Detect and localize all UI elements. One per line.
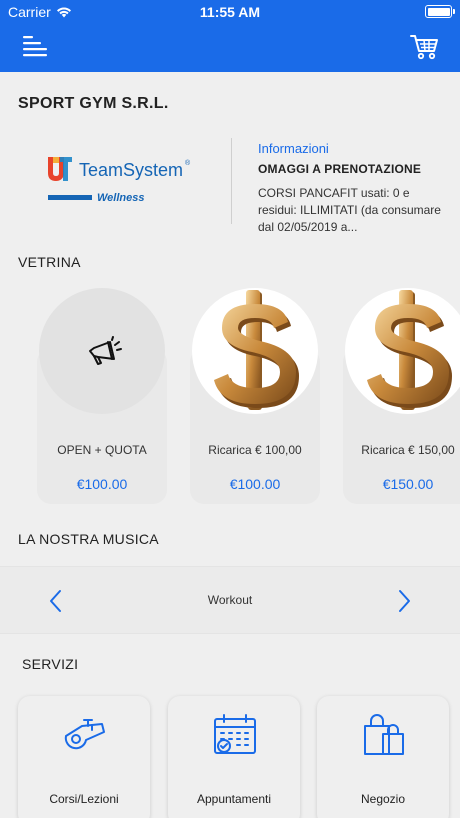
company-name: SPORT GYM S.R.L. bbox=[18, 95, 169, 112]
whistle-icon bbox=[64, 719, 105, 750]
teamsystem-logo: TeamSystem ® Wellness bbox=[46, 155, 206, 210]
brand-registered: ® bbox=[185, 159, 191, 167]
product-card[interactable]: OPEN + QUOTA €100.00 bbox=[37, 288, 167, 504]
megaphone-icon bbox=[89, 336, 122, 365]
music-title: LA NOSTRA MUSICA bbox=[18, 531, 159, 547]
status-bar: Carrier 11:55 AM bbox=[0, 0, 460, 24]
service-label: Corsi/Lezioni bbox=[49, 792, 119, 806]
dollar-icon bbox=[214, 290, 299, 410]
product-card[interactable]: Ricarica € 100,00 €100.00 bbox=[190, 288, 320, 504]
app-header: Carrier 11:55 AM bbox=[0, 0, 460, 72]
product-image bbox=[39, 288, 165, 414]
product-name: OPEN + QUOTA bbox=[57, 443, 147, 457]
product-card[interactable]: Ricarica € 150,00 €150.00 bbox=[343, 288, 460, 504]
product-price: €100.00 bbox=[229, 476, 281, 492]
product-name: Ricarica € 150,00 bbox=[361, 443, 455, 457]
info-divider bbox=[231, 138, 232, 224]
product-image bbox=[192, 288, 318, 414]
menu-icon[interactable] bbox=[20, 34, 50, 60]
info-text: CORSI PANCAFIT usati: 0 e residui: ILLIM… bbox=[258, 186, 441, 234]
product-price: €100.00 bbox=[76, 476, 128, 492]
info-title: OMAGGI A PRENOTAZIONE bbox=[258, 162, 422, 176]
product-name: Ricarica € 100,00 bbox=[208, 443, 302, 457]
info-card[interactable]: TeamSystem ® Wellness Informazioni OMAGG… bbox=[0, 130, 460, 234]
brand-sub: Wellness bbox=[97, 192, 145, 204]
info-label[interactable]: Informazioni bbox=[258, 141, 329, 156]
vetrina-carousel[interactable]: OPEN + QUOTA €100.00 Ricarica € 100,00 €… bbox=[0, 288, 460, 508]
vetrina-title: VETRINA bbox=[18, 254, 81, 270]
dollar-icon bbox=[367, 290, 452, 410]
service-negozio[interactable]: Negozio bbox=[317, 696, 449, 818]
product-image bbox=[345, 288, 460, 414]
product-price: €150.00 bbox=[382, 476, 434, 492]
service-label: Negozio bbox=[360, 792, 406, 806]
servizi-title: SERVIZI bbox=[22, 656, 79, 672]
service-appuntamenti[interactable]: Appuntamenti bbox=[168, 696, 300, 818]
service-corsi-lezioni[interactable]: Corsi/Lezioni bbox=[18, 696, 150, 818]
shopping-bag-icon bbox=[364, 714, 404, 755]
chevron-right-icon[interactable] bbox=[392, 587, 416, 615]
brand-name: TeamSystem bbox=[79, 160, 183, 180]
battery-icon bbox=[425, 5, 455, 18]
music-track-title: Workout bbox=[207, 593, 253, 607]
cart-icon[interactable] bbox=[410, 32, 440, 62]
service-label: Appuntamenti bbox=[196, 792, 272, 806]
music-player: Workout bbox=[0, 566, 460, 634]
calendar-icon bbox=[214, 714, 256, 754]
status-time: 11:55 AM bbox=[199, 4, 261, 20]
